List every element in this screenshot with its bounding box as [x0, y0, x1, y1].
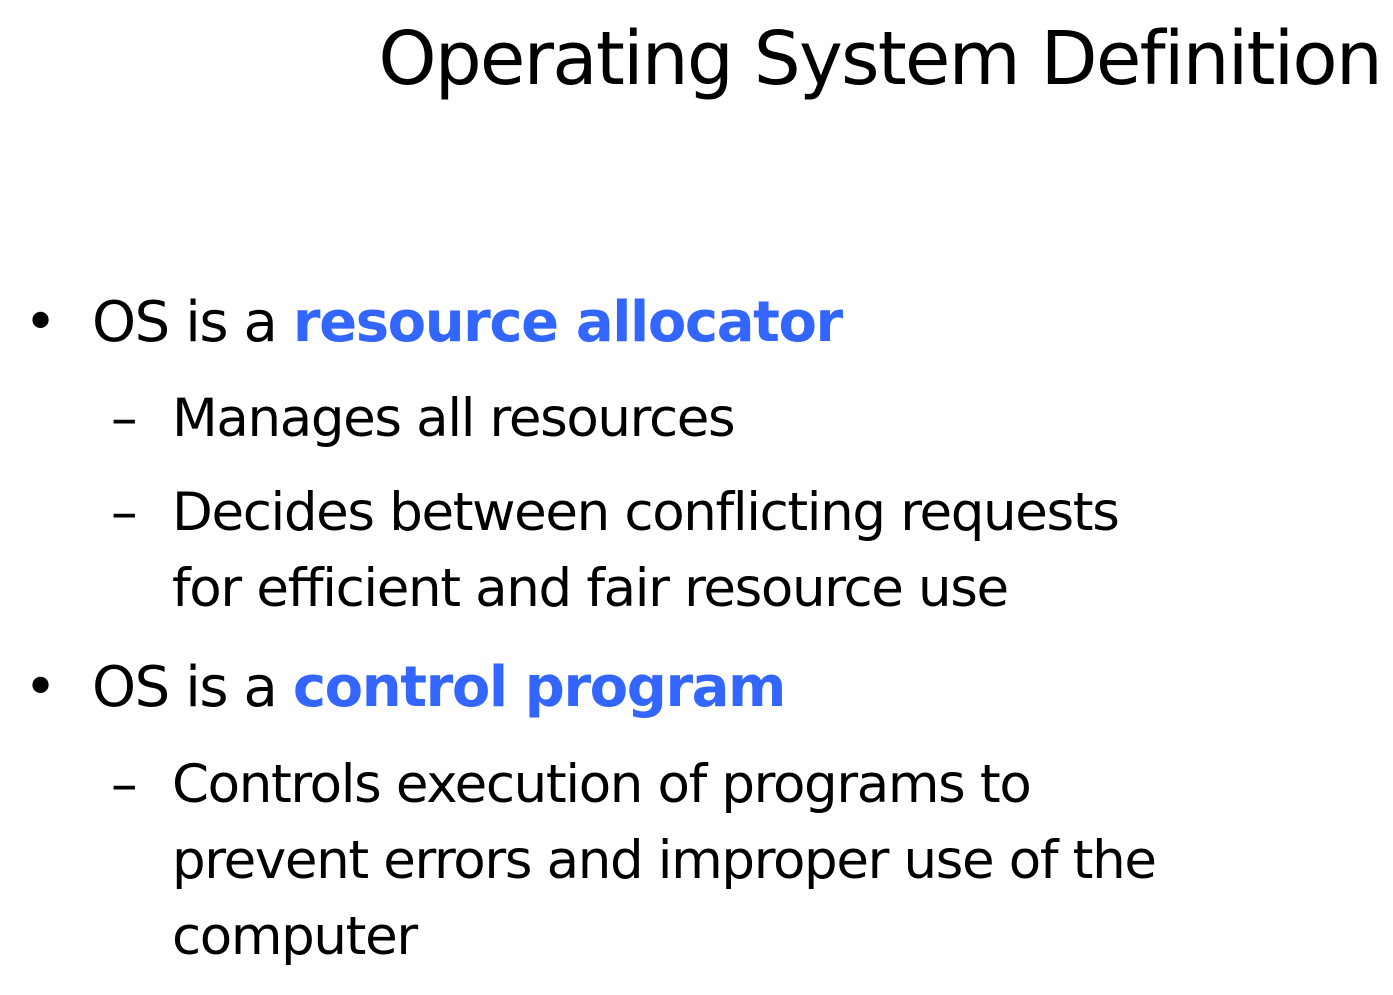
bullet-text: OS is a control program [92, 655, 787, 721]
sub-item-line: for efficient and fair resource use [172, 558, 1009, 619]
bullet-prefix: OS is a [92, 655, 293, 720]
sub-item-line: Decides between conflicting requests [172, 482, 1120, 543]
bullet-prefix: OS is a [92, 290, 293, 355]
sub-item-marker: – [111, 482, 138, 543]
bullet-highlight: control program [292, 655, 787, 720]
bullet-highlight: resource allocator [292, 290, 843, 355]
sub-item-text: Manages all resources [172, 381, 736, 457]
sub-item-text: Decides between conflicting requests for… [172, 475, 1120, 627]
sub-item-line: prevent errors and improper use of the [172, 830, 1157, 891]
sub-item-text: Controls execution of programs to preven… [172, 747, 1157, 975]
sub-item-marker: – [111, 754, 138, 815]
sub-item-line: Manages all resources [172, 388, 736, 449]
sub-item-line: Controls execution of programs to [172, 754, 1032, 815]
bullet-marker: • [24, 655, 57, 720]
bullet-text: OS is a resource allocator [92, 290, 843, 356]
sub-item-line: computer [172, 906, 418, 967]
bullet-list: • OS is a resource allocator – Manages a… [0, 0, 1393, 995]
sub-item-marker: – [111, 388, 138, 449]
bullet-marker: • [24, 290, 57, 355]
